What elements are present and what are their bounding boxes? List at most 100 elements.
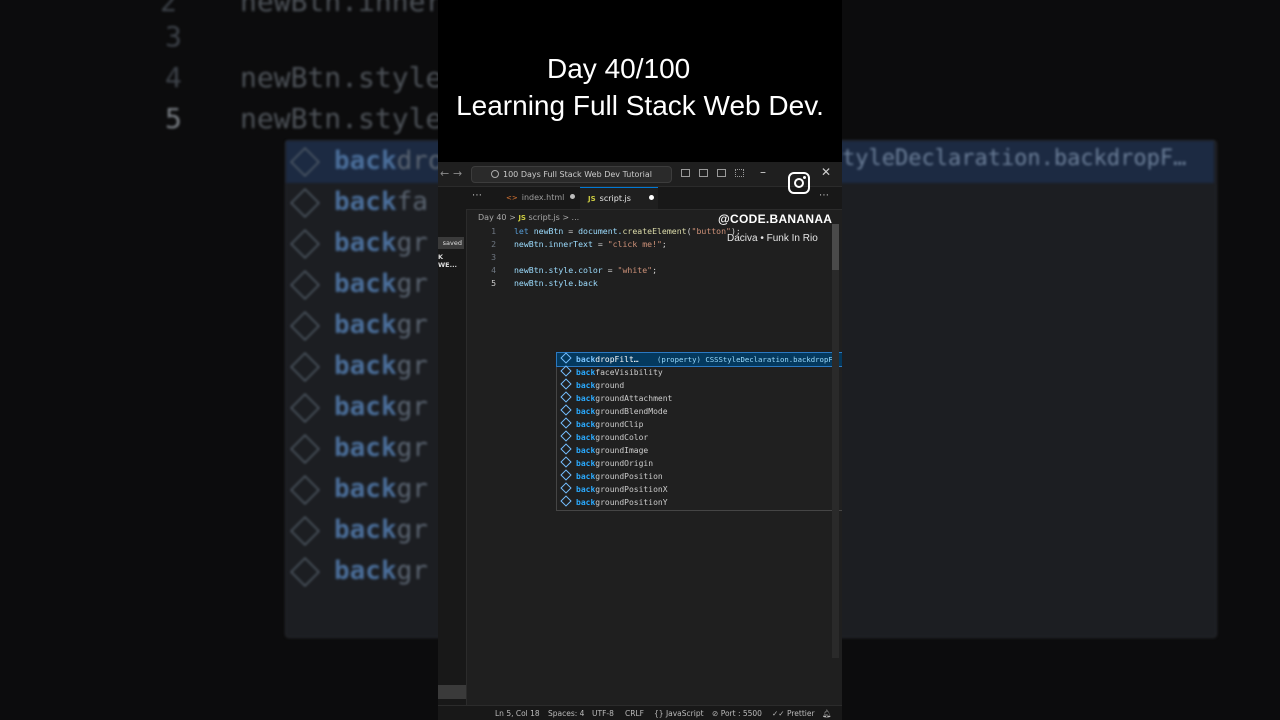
property-icon [560, 404, 572, 416]
bg-suggest-item: backgr [290, 515, 428, 546]
cube-icon [290, 351, 320, 382]
breadcrumb: Day 40 > JS script.js > ... [478, 213, 579, 222]
forward-arrow-icon[interactable]: → [453, 167, 462, 180]
status-eol[interactable]: CRLF [625, 706, 644, 720]
minimize-icon[interactable]: – [760, 165, 766, 179]
status-indentation[interactable]: Spaces: 4 [548, 706, 584, 720]
suggest-detail: (property) CSSStyleDeclaration.backdropF… [657, 355, 838, 364]
unsaved-dot-icon [570, 194, 576, 199]
bell-icon[interactable]: 🔔︎ [822, 706, 832, 720]
sidebar-item[interactable] [438, 685, 466, 699]
status-cursor-position[interactable]: Ln 5, Col 18 [495, 706, 540, 720]
bg-suggest-item: backgr [290, 228, 428, 259]
command-center[interactable]: 100 Days Full Stack Web Dev Tutorial [471, 166, 672, 183]
tab-label: index.html [521, 193, 565, 202]
vscode-window: ← → 100 Days Full Stack Web Dev Tutorial… [438, 162, 842, 720]
toggle-sidebar-icon[interactable] [681, 169, 690, 177]
property-icon [560, 456, 572, 468]
status-live-server[interactable]: ⊘ Port : 5500 [712, 706, 762, 720]
code-line: let newBtn = document.createElement("but… [514, 226, 741, 236]
breadcrumb-file[interactable]: script.js [529, 213, 560, 222]
breadcrumb-separator: > [509, 213, 516, 222]
toggle-panel-icon[interactable] [699, 169, 708, 177]
editor-more-actions-icon[interactable]: ⋯ [819, 190, 829, 201]
code-line: newBtn.style.color = "white"; [514, 265, 657, 275]
line-number-current: 5 [491, 278, 496, 288]
status-bar: Ln 5, Col 18 Spaces: 4 UTF-8 CRLF {} Jav… [438, 705, 842, 720]
bg-suggest-item: backgr [290, 556, 428, 587]
toggle-secondary-sidebar-icon[interactable] [717, 169, 726, 177]
customize-layout-icon[interactable] [735, 169, 744, 177]
video-title: Day 40/100 Learning Full Stack Web Dev. [438, 50, 842, 124]
title-line-1: Day 40/100 [547, 53, 691, 84]
status-language[interactable]: {} JavaScript [654, 706, 704, 720]
bg-line-number: 5 [165, 102, 182, 135]
property-icon [560, 430, 572, 442]
cube-icon [290, 269, 320, 300]
suggest-item[interactable]: backdropFilt… (property) CSSStyleDeclarat… [556, 352, 842, 367]
bg-line-number: 3 [165, 20, 182, 53]
suggest-item[interactable]: backgroundPositionX [557, 482, 842, 496]
property-icon [560, 378, 572, 390]
line-number: 1 [491, 226, 496, 236]
bg-suggest-detail: tyleDeclaration.backdropF… [842, 146, 1187, 171]
bg-code-line: newBtn.inner [240, 0, 443, 18]
suggest-item[interactable]: backgroundPositionY [557, 495, 842, 509]
bg-suggest-item: backgr [290, 392, 428, 423]
breadcrumb-trail[interactable]: > ... [562, 213, 579, 222]
suggest-item[interactable]: backgroundOrigin [557, 456, 842, 470]
sidebar-unsaved-label: saved [438, 237, 464, 249]
js-file-icon: JS [518, 214, 526, 222]
cube-icon [290, 392, 320, 423]
close-icon[interactable]: ✕ [821, 165, 831, 179]
property-icon [560, 495, 572, 507]
unsaved-dot-icon [648, 195, 654, 200]
bg-code-line: newBtn.style [240, 102, 443, 135]
suggest-item[interactable]: backgroundAttachment [557, 391, 842, 405]
bg-code-line: newBtn.style [240, 61, 443, 94]
status-prettier[interactable]: ✓✓ Prettier [772, 706, 815, 720]
property-icon [560, 443, 572, 455]
tab-script-js[interactable]: JS script.js [580, 187, 658, 209]
code-editor[interactable]: 1 2 3 4 5 let newBtn = document.createEl… [466, 224, 842, 704]
suggest-widget: backdropFilt… (property) CSSStyleDeclarat… [556, 352, 842, 511]
tab-index-html[interactable]: <> index.html [502, 187, 578, 209]
cube-icon [290, 187, 320, 218]
js-file-icon: JS [588, 195, 596, 203]
cube-icon [290, 474, 320, 505]
command-center-label: 100 Days Full Stack Web Dev Tutorial [503, 170, 652, 179]
code-line-current: newBtn.style.back [514, 278, 598, 288]
bg-suggest-item: backdro [290, 146, 444, 177]
editor-tabs: ⋯ <> index.html JS script.js ⋯ [466, 187, 842, 210]
back-arrow-icon[interactable]: ← [440, 167, 449, 180]
suggest-item[interactable]: backgroundColor [557, 430, 842, 444]
status-encoding[interactable]: UTF-8 [592, 706, 614, 720]
bg-suggest-item: backgr [290, 474, 428, 505]
suggest-item[interactable]: backgroundPosition [557, 469, 842, 483]
title-bar: ← → 100 Days Full Stack Web Dev Tutorial… [438, 162, 842, 187]
activity-bar: saved K WE... [438, 187, 467, 720]
cube-icon [290, 556, 320, 587]
bg-line-number: 2 [160, 0, 177, 18]
braces-icon: {} [654, 709, 664, 718]
suggest-item[interactable]: backfaceVisibility [557, 365, 842, 379]
editor-scrollbar[interactable] [832, 224, 839, 658]
property-icon [560, 352, 572, 364]
suggest-item[interactable]: background [557, 378, 842, 392]
suggest-item[interactable]: backgroundImage [557, 443, 842, 457]
cube-icon [290, 228, 320, 259]
suggest-item[interactable]: backgroundBlendMode [557, 404, 842, 418]
bg-line-number: 4 [165, 61, 182, 94]
sidebar-folder-label: K WE... [438, 253, 458, 269]
search-icon [491, 170, 499, 178]
property-icon [560, 391, 572, 403]
cube-icon [290, 433, 320, 464]
more-actions-icon[interactable]: ⋯ [472, 190, 482, 201]
suggest-item[interactable]: backgroundClip [557, 417, 842, 431]
title-line-2: Learning Full Stack Web Dev. [456, 90, 824, 121]
line-number: 3 [491, 252, 496, 262]
property-icon [560, 469, 572, 481]
instagram-icon [788, 172, 810, 194]
scrollbar-thumb[interactable] [832, 224, 839, 270]
breadcrumb-folder[interactable]: Day 40 [478, 213, 507, 222]
